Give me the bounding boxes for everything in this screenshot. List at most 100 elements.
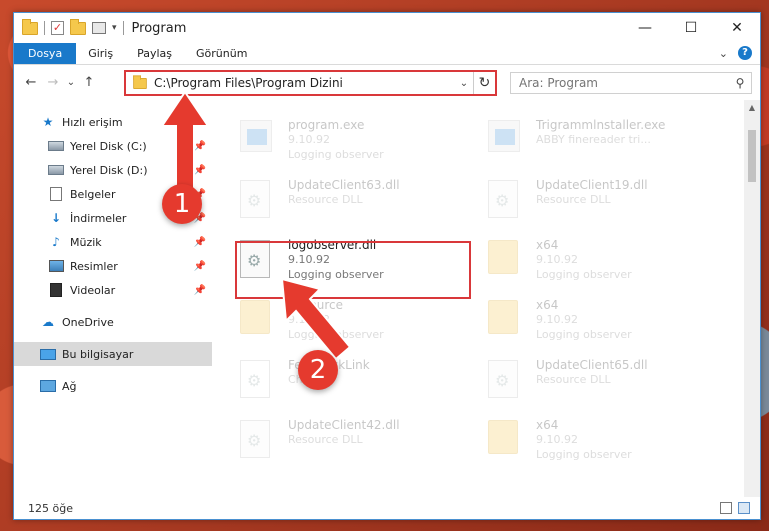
network-icon (40, 379, 56, 393)
view-toggle (720, 502, 750, 514)
highlight-box (235, 241, 471, 299)
details-view-icon[interactable] (720, 502, 732, 514)
file-name: x64 (536, 418, 559, 432)
disk-icon (48, 139, 64, 153)
folder-icon (488, 240, 528, 284)
file-name: Trigrammlnstaller.exe (536, 118, 666, 132)
file-description: Resource DLL (288, 193, 363, 206)
file-name: UpdateClient65.dll (536, 358, 648, 372)
new-folder-icon[interactable] (70, 18, 86, 35)
search-input[interactable] (519, 76, 729, 90)
address-bar[interactable]: C:\Program Files\Program Dizini ⌄ ↻ (124, 70, 497, 96)
file-name: Resource (288, 298, 344, 312)
file-name: UpdateClient63.dll (288, 178, 400, 192)
file-description: Resource DLL (536, 373, 611, 386)
scroll-up-icon[interactable]: ▲ (744, 100, 760, 116)
scroll-thumb[interactable] (748, 130, 756, 182)
file-item[interactable]: program.exe 9.10.92 Logging observer (234, 114, 472, 170)
file-version: 9.10.92 (536, 253, 578, 266)
file-version: 9.10.92 (288, 313, 330, 326)
sidebar-item-quick-access[interactable]: ★ Hızlı erişim (14, 110, 212, 134)
window-controls: — ☐ ✕ (622, 13, 760, 43)
sidebar-item-onedrive[interactable]: ☁ OneDrive (14, 310, 212, 334)
folder-item[interactable]: x64 9.10.92 Logging observer (482, 294, 720, 350)
folder-icon (488, 420, 528, 464)
star-icon: ★ (42, 115, 54, 129)
computer-icon (40, 347, 56, 361)
folder-item[interactable]: x64 9.10.92 Logging observer (482, 234, 720, 290)
address-dropdown-icon[interactable]: ⌄ (455, 78, 473, 89)
cloud-icon: ☁ (42, 315, 54, 329)
file-item[interactable]: UpdateClient19.dll Resource DLL (482, 174, 720, 230)
pin-icon[interactable]: 📌 (194, 261, 206, 272)
pin-icon[interactable]: 📌 (194, 165, 206, 176)
pin-icon[interactable]: 📌 (194, 141, 206, 152)
tab-view[interactable]: Görünüm (184, 43, 259, 64)
refresh-button[interactable]: ↻ (473, 72, 495, 94)
file-description: Resource DLL (536, 193, 611, 206)
folder-item[interactable]: Resource 9.10.92 Logging observer (234, 294, 472, 350)
file-description: Logging observer (536, 268, 632, 281)
tab-home[interactable]: Giriş (76, 43, 125, 64)
file-item[interactable]: UpdateClient63.dll Resource DLL (234, 174, 472, 230)
file-item[interactable]: FeedbackLink Chrome (234, 354, 472, 410)
back-button[interactable]: ← (20, 75, 42, 90)
sidebar-item-pictures[interactable]: Resimler 📌 (14, 254, 212, 278)
forward-button[interactable]: → (42, 75, 64, 90)
pin-icon[interactable]: 📌 (194, 237, 206, 248)
minimize-button[interactable]: — (622, 13, 668, 43)
sidebar-item-label: OneDrive (62, 315, 114, 329)
close-button[interactable]: ✕ (714, 13, 760, 43)
sidebar-item-this-pc[interactable]: Bu bilgisayar (14, 342, 212, 366)
tiles-view-icon[interactable] (738, 502, 750, 514)
sidebar-item-network[interactable]: Ağ (14, 374, 212, 398)
file-name: UpdateClient19.dll (536, 178, 648, 192)
checkmark-properties-icon[interactable]: ✓ (51, 21, 64, 35)
file-name: UpdateClient42.dll (288, 418, 400, 432)
file-description: Logging observer (288, 148, 384, 161)
address-row: ← → ⌄ ↑ C:\Program Files\Program Dizini … (14, 65, 760, 99)
file-list: program.exe 9.10.92 Logging observer Upd… (212, 100, 744, 497)
sidebar-item-videos[interactable]: Videolar 📌 (14, 278, 212, 302)
up-button[interactable]: ↑ (78, 75, 100, 90)
file-item[interactable]: UpdateClient65.dll Resource DLL (482, 354, 720, 410)
file-item[interactable]: UpdateClient42.dll Resource DLL (234, 414, 472, 470)
file-version: 9.10.92 (536, 313, 578, 326)
status-bar: 125 öğe (14, 497, 760, 519)
sidebar-item-label: İndirmeler (70, 211, 127, 225)
file-description: Logging observer (288, 328, 384, 341)
sidebar-item-label: Videolar (70, 283, 116, 297)
file-name: x64 (536, 298, 559, 312)
tab-share[interactable]: Paylaş (125, 43, 184, 64)
sidebar-item-music[interactable]: ♪ Müzik 📌 (14, 230, 212, 254)
file-description: Resource DLL (288, 433, 363, 446)
address-path[interactable]: C:\Program Files\Program Dizini (154, 76, 455, 90)
search-box[interactable]: ⚲ (510, 72, 752, 94)
folder-item[interactable]: x64 9.10.92 Logging observer (482, 414, 720, 470)
sidebar-item-label: Ağ (62, 379, 77, 393)
file-description: ABBY finereader tri... (536, 133, 651, 146)
folder-icon (22, 18, 38, 35)
properties-icon[interactable] (92, 22, 106, 34)
pin-icon[interactable]: 📌 (194, 285, 206, 296)
maximize-button[interactable]: ☐ (668, 13, 714, 43)
pictures-icon (48, 259, 64, 273)
ribbon-tabs: Dosya Giriş Paylaş Görünüm ⌄ ? (14, 43, 760, 65)
expand-ribbon-icon[interactable]: ⌄ (719, 47, 728, 60)
search-icon[interactable]: ⚲ (729, 76, 751, 90)
file-description: Logging observer (536, 328, 632, 341)
tab-file[interactable]: Dosya (14, 43, 77, 64)
sidebar-item-local-disk-d[interactable]: Yerel Disk (D:) 📌 (14, 158, 212, 182)
vertical-scrollbar[interactable]: ▲ (744, 100, 760, 497)
sidebar-item-label: Yerel Disk (C:) (70, 139, 147, 153)
navigation-pane: ★ Hızlı erişim Yerel Disk (C:) 📌 Yerel D… (14, 100, 212, 497)
file-version: 9.10.92 (288, 133, 330, 146)
file-item[interactable]: Trigrammlnstaller.exe ABBY finereader tr… (482, 114, 720, 170)
exe-icon (488, 120, 528, 164)
help-icon[interactable]: ? (738, 46, 752, 60)
sidebar-item-label: Müzik (70, 235, 102, 249)
customize-toolbar-icon[interactable]: ▾ (112, 23, 117, 33)
recent-locations-button[interactable]: ⌄ (64, 77, 78, 88)
video-icon (48, 283, 64, 297)
sidebar-item-local-disk-c[interactable]: Yerel Disk (C:) 📌 (14, 134, 212, 158)
